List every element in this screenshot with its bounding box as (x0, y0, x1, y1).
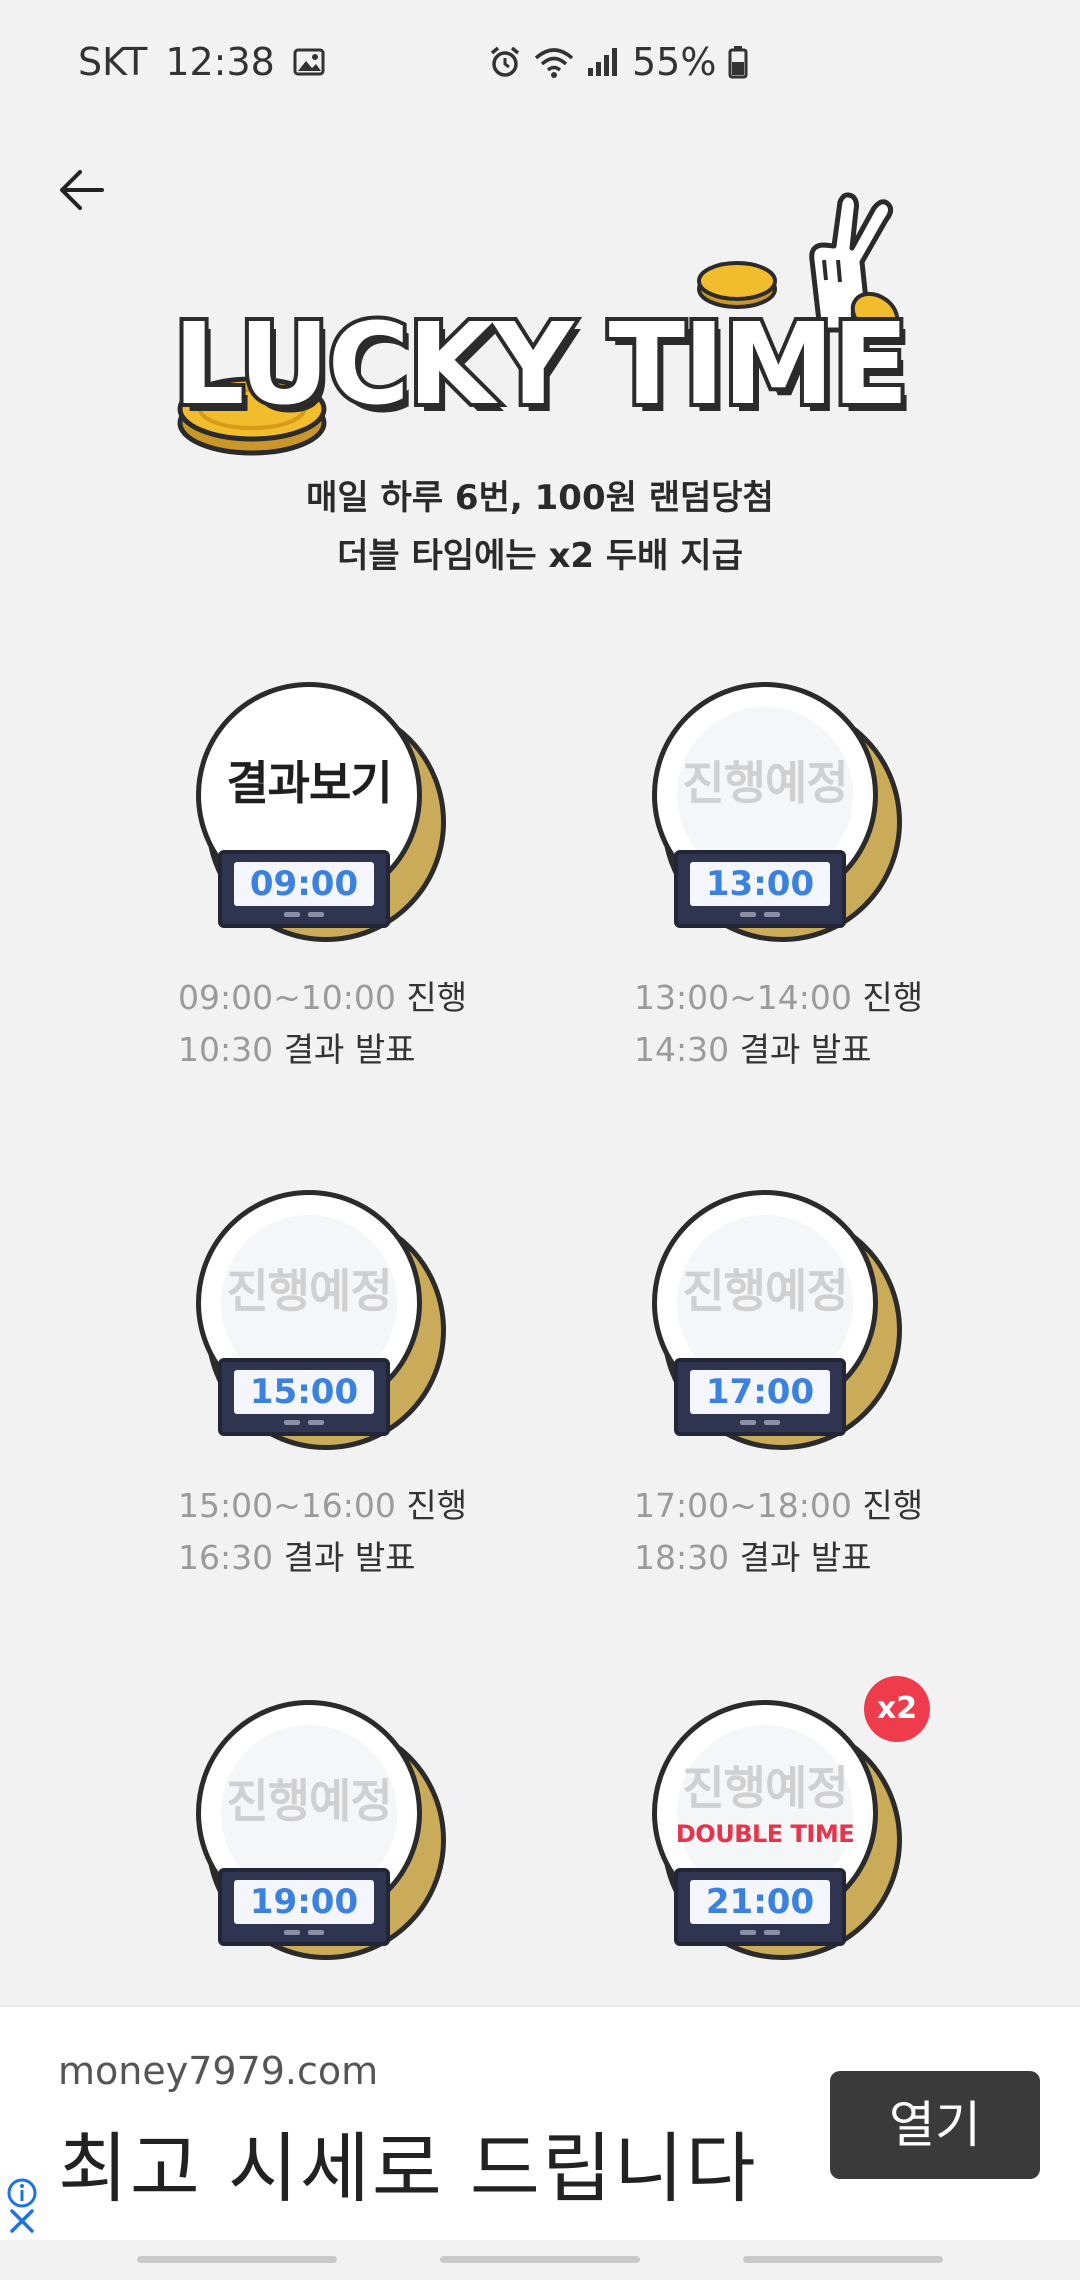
nav-home[interactable] (440, 2256, 640, 2263)
ad-open-button[interactable]: 열기 (830, 2071, 1040, 2179)
wifi-icon (534, 46, 574, 78)
timer-display: 09:00 (218, 850, 390, 928)
double-time-label: DOUBLE TIME (675, 1820, 855, 1848)
slot-time: 13:00 (690, 862, 830, 906)
subtitle-double: 더블 타임에는 x2 두배 지급 (337, 536, 743, 576)
pending-label: 진행예정 (682, 756, 848, 810)
time-slot[interactable]: 진행예정 15:00 (146, 1180, 446, 1500)
battery-icon (728, 45, 748, 79)
timer-display: 17:00 (674, 1358, 846, 1436)
carrier: SKT (78, 40, 148, 84)
slot-time: 09:00 (234, 862, 374, 906)
alarm-icon (488, 45, 522, 79)
timer-display: 15:00 (218, 1358, 390, 1436)
result-view-label: 결과보기 (226, 756, 392, 810)
ad-headline: 최고 시세로 드립니다 (58, 2124, 758, 2213)
time-slot[interactable]: 진행예정 19:00 (146, 1690, 446, 2010)
nav-back[interactable] (743, 2256, 943, 2263)
status-bar: SKT 12:38 55% (0, 0, 1080, 130)
info-icon[interactable] (6, 2177, 38, 2209)
slot-description: 13:00~14:00 진행 14:30 결과 발표 (634, 978, 924, 1069)
x2-badge: x2 (864, 1676, 930, 1742)
pending-label: 진행예정 (682, 1761, 848, 1815)
signal-icon (586, 46, 620, 78)
pending-label: 진행예정 (226, 1264, 392, 1318)
timer-display: 13:00 (674, 850, 846, 928)
slot-time: 19:00 (234, 1880, 374, 1924)
slot-description: 15:00~16:00 진행 16:30 결과 발표 (178, 1486, 468, 1577)
slot-time: 15:00 (234, 1370, 374, 1414)
nav-recents[interactable] (137, 2256, 337, 2263)
time-slot[interactable]: 진행예정 13:00 (602, 672, 902, 992)
time-slot[interactable]: 진행예정 17:00 (602, 1180, 902, 1500)
close-icon[interactable] (8, 2207, 36, 2235)
ad-domain: money7979.com (58, 2049, 379, 2093)
battery-percent: 55% (632, 40, 717, 84)
page-title: LUCKY TIME (169, 296, 912, 434)
slot-description: 17:00~18:00 진행 18:30 결과 발표 (634, 1486, 924, 1577)
timer-display: 19:00 (218, 1868, 390, 1946)
clock: 12:38 (165, 40, 275, 84)
time-slot[interactable]: 결과보기 09:00 (146, 672, 446, 992)
system-nav-bar (0, 2240, 1080, 2280)
pending-label: 진행예정 (226, 1774, 392, 1828)
slot-description: 09:00~10:00 진행 10:30 결과 발표 (178, 978, 468, 1069)
pending-label: 진행예정 (682, 1264, 848, 1318)
slot-time: 21:00 (690, 1880, 830, 1924)
lucky-time-hero: LUCKY TIME (0, 190, 1080, 456)
gallery-icon (293, 48, 325, 76)
ad-banner[interactable]: money7979.com 최고 시세로 드립니다 열기 (0, 2006, 1080, 2241)
timer-display: 21:00 (674, 1868, 846, 1946)
subtitle-daily: 매일 하루 6번, 100원 랜덤당첨 (306, 478, 774, 518)
time-slot-double[interactable]: 진행예정 DOUBLE TIME 21:00 x2 (602, 1676, 930, 2010)
slot-time: 17:00 (690, 1370, 830, 1414)
